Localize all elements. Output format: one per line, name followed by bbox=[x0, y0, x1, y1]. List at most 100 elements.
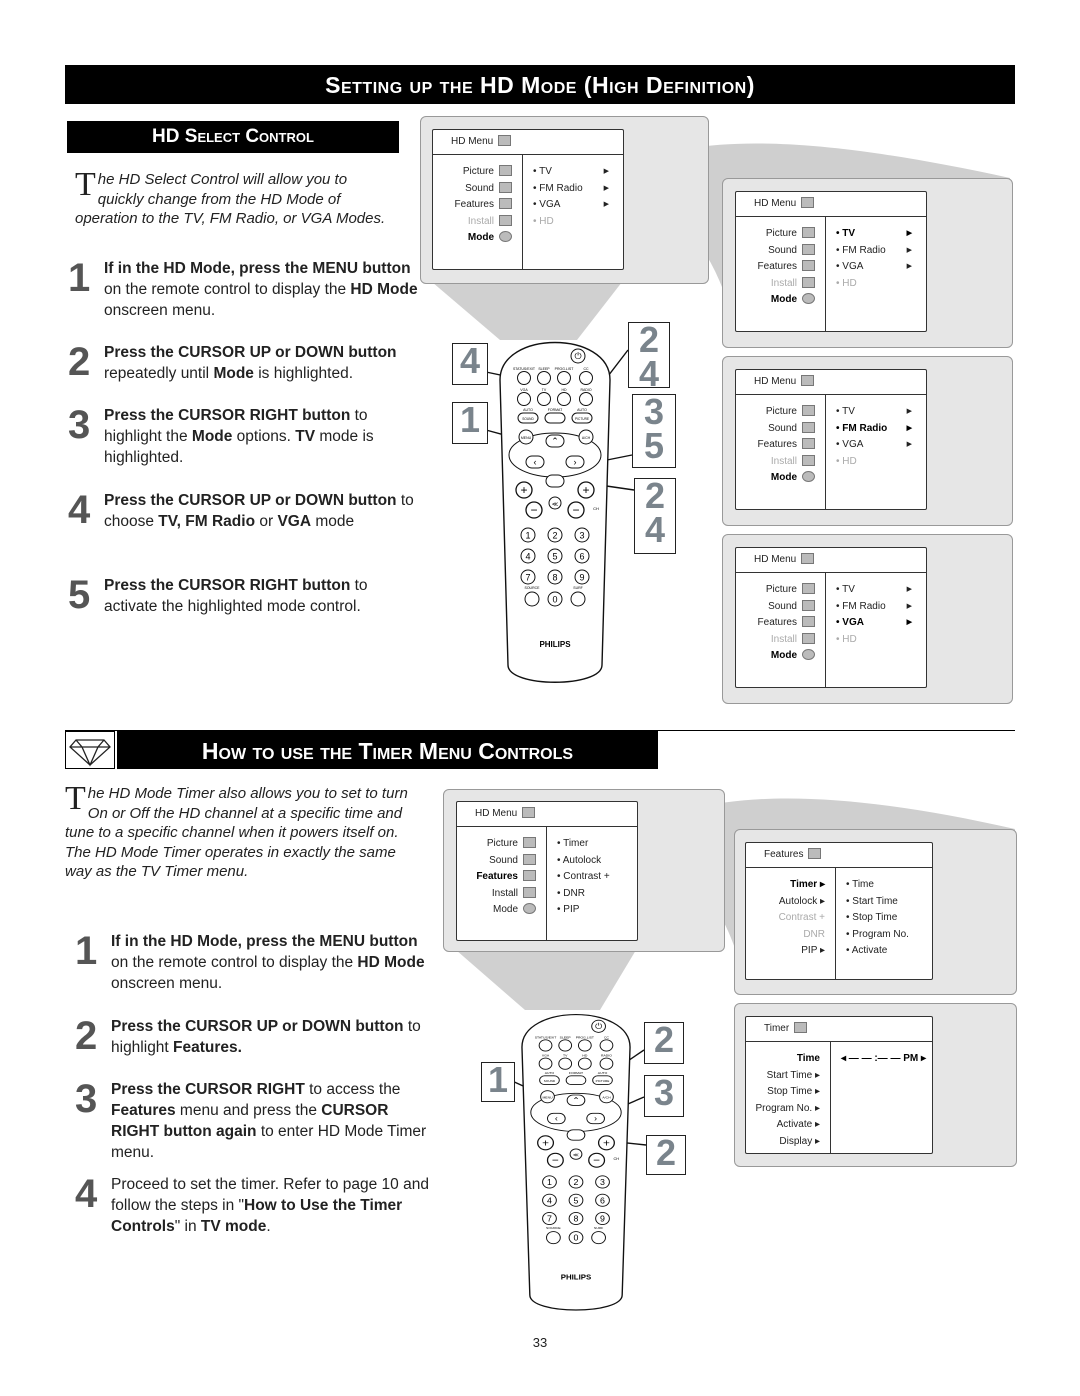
submenu-item[interactable]: • Time bbox=[846, 877, 932, 894]
menu-item[interactable]: Activate ▸ bbox=[746, 1117, 830, 1134]
menu-item[interactable]: Program No. ▸ bbox=[746, 1101, 830, 1118]
button-label: A/CH bbox=[582, 436, 591, 440]
menu-item[interactable]: Sound bbox=[457, 853, 546, 870]
menu-item[interactable]: Picture bbox=[736, 404, 825, 421]
remote-button[interactable] bbox=[537, 371, 551, 385]
submenu-item[interactable]: • Activate bbox=[846, 943, 932, 960]
remote-button[interactable] bbox=[577, 1039, 592, 1052]
remote-button[interactable] bbox=[517, 371, 531, 385]
menu-item[interactable]: Time bbox=[746, 1051, 830, 1068]
remote-button[interactable] bbox=[558, 1057, 573, 1070]
remote-button[interactable] bbox=[557, 371, 571, 385]
menu-item[interactable]: Stop Time ▸ bbox=[746, 1084, 830, 1101]
surf-button[interactable] bbox=[591, 1231, 606, 1245]
surf-button[interactable] bbox=[570, 591, 586, 607]
submenu-item[interactable]: • VGA ▶ bbox=[836, 615, 926, 632]
submenu-item[interactable]: • VGA ▶ bbox=[836, 437, 926, 454]
menu-item[interactable]: Features bbox=[433, 197, 522, 214]
cursor-down-button[interactable] bbox=[545, 474, 565, 488]
step-number: 2 bbox=[68, 340, 91, 384]
remote-button[interactable] bbox=[579, 371, 593, 385]
arrow-icon: › bbox=[594, 1114, 597, 1123]
submenu-item[interactable]: • Contrast + bbox=[557, 869, 637, 886]
menu-item[interactable]: Picture bbox=[736, 582, 825, 599]
submenu-item[interactable]: • VGA ▶ bbox=[533, 197, 623, 214]
submenu-item[interactable]: • DNR bbox=[557, 886, 637, 903]
menu-item[interactable]: Install bbox=[736, 454, 825, 471]
menu-item[interactable]: Display ▸ bbox=[746, 1134, 830, 1151]
menu-item[interactable]: Install bbox=[736, 276, 825, 293]
menu-item[interactable]: Picture bbox=[433, 164, 522, 181]
menu-item[interactable]: Mode bbox=[457, 902, 546, 919]
menu-item[interactable]: Picture bbox=[736, 226, 825, 243]
remote-button[interactable] bbox=[599, 1057, 614, 1070]
menu-item[interactable]: Timer ▸ bbox=[746, 877, 835, 894]
remote-button[interactable] bbox=[538, 1057, 553, 1070]
submenu-item-label: • VGA bbox=[836, 261, 864, 272]
remote-button[interactable] bbox=[558, 1039, 573, 1052]
remote-button[interactable] bbox=[579, 392, 593, 406]
step-number: 3 bbox=[68, 403, 91, 447]
menu-item[interactable]: PIP ▸ bbox=[746, 943, 835, 960]
source-button[interactable] bbox=[524, 591, 540, 607]
menu-item[interactable]: Install bbox=[736, 632, 825, 649]
menu-item[interactable]: Features bbox=[736, 437, 825, 454]
submenu-item[interactable]: • TV ▶ bbox=[836, 582, 926, 599]
menu-item[interactable]: Autolock ▸ bbox=[746, 894, 835, 911]
submenu-item[interactable]: • TV ▶ bbox=[836, 404, 926, 421]
menu-item[interactable]: Contrast + bbox=[746, 910, 835, 927]
remote-button[interactable] bbox=[577, 1057, 592, 1070]
submenu-item-label: • PIP bbox=[557, 904, 580, 915]
menu-icon bbox=[801, 553, 815, 564]
menu-item[interactable]: Sound bbox=[736, 599, 825, 616]
menu-item[interactable]: Mode bbox=[736, 292, 825, 309]
submenu-item[interactable]: • Timer bbox=[557, 836, 637, 853]
submenu-item[interactable]: • HD bbox=[836, 454, 926, 471]
submenu-item-label: • Contrast + bbox=[557, 871, 610, 882]
submenu-item[interactable]: • HD bbox=[836, 632, 926, 649]
remote-button[interactable] bbox=[537, 392, 551, 406]
menu-item[interactable]: Mode bbox=[433, 230, 522, 247]
menu-item[interactable]: Install bbox=[433, 214, 522, 231]
submenu-item[interactable]: • Stop Time bbox=[846, 910, 932, 927]
menu-item[interactable]: Sound bbox=[433, 181, 522, 198]
cursor-down-button[interactable] bbox=[566, 1129, 586, 1141]
submenu-item[interactable]: • HD bbox=[836, 276, 926, 293]
remote-button[interactable] bbox=[565, 1075, 587, 1086]
submenu-item[interactable]: • TV ▶ bbox=[836, 226, 926, 243]
remote-button[interactable] bbox=[517, 392, 531, 406]
submenu-item[interactable]: • Start Time bbox=[846, 894, 932, 911]
menu-item[interactable]: DNR bbox=[746, 927, 835, 944]
menu-item[interactable]: Sound bbox=[736, 243, 825, 260]
svg-text:+: + bbox=[542, 1138, 549, 1149]
menu-item-label: Contrast + bbox=[778, 912, 825, 923]
menu-item[interactable]: Mode bbox=[736, 648, 825, 665]
menu-item[interactable]: Features bbox=[736, 615, 825, 632]
menu-item[interactable]: Install bbox=[457, 886, 546, 903]
menu-item[interactable]: Sound bbox=[736, 421, 825, 438]
remote-button[interactable] bbox=[599, 1039, 614, 1052]
remote-button[interactable] bbox=[557, 392, 571, 406]
submenu-item[interactable]: • FM Radio ▶ bbox=[533, 181, 623, 198]
remote-button[interactable] bbox=[538, 1039, 553, 1052]
submenu-item[interactable]: • FM Radio ▶ bbox=[836, 243, 926, 260]
submenu-item[interactable]: ◂ — — :— — PM ▸ bbox=[841, 1051, 932, 1068]
submenu-item[interactable]: • FM Radio ▶ bbox=[836, 599, 926, 616]
submenu-item[interactable]: • HD bbox=[533, 214, 623, 231]
menu-item[interactable]: Features bbox=[457, 869, 546, 886]
menu-item[interactable]: Start Time ▸ bbox=[746, 1068, 830, 1085]
step-callout: 4 bbox=[452, 343, 488, 385]
submenu-item[interactable]: • PIP bbox=[557, 902, 637, 919]
menu-item[interactable]: Features bbox=[736, 259, 825, 276]
submenu-item[interactable]: • Autolock bbox=[557, 853, 637, 870]
menu-item[interactable]: Picture bbox=[457, 836, 546, 853]
svg-text:−: − bbox=[530, 503, 537, 517]
submenu-item[interactable]: • TV ▶ bbox=[533, 164, 623, 181]
remote-button[interactable] bbox=[544, 412, 566, 424]
menu-item[interactable]: Mode bbox=[736, 470, 825, 487]
submenu-item[interactable]: • FM Radio ▶ bbox=[836, 421, 926, 438]
submenu-item[interactable]: • VGA ▶ bbox=[836, 259, 926, 276]
submenu-item[interactable]: • Program No. bbox=[846, 927, 932, 944]
source-button[interactable] bbox=[546, 1231, 561, 1245]
menu-item-label: Time bbox=[796, 1053, 820, 1064]
